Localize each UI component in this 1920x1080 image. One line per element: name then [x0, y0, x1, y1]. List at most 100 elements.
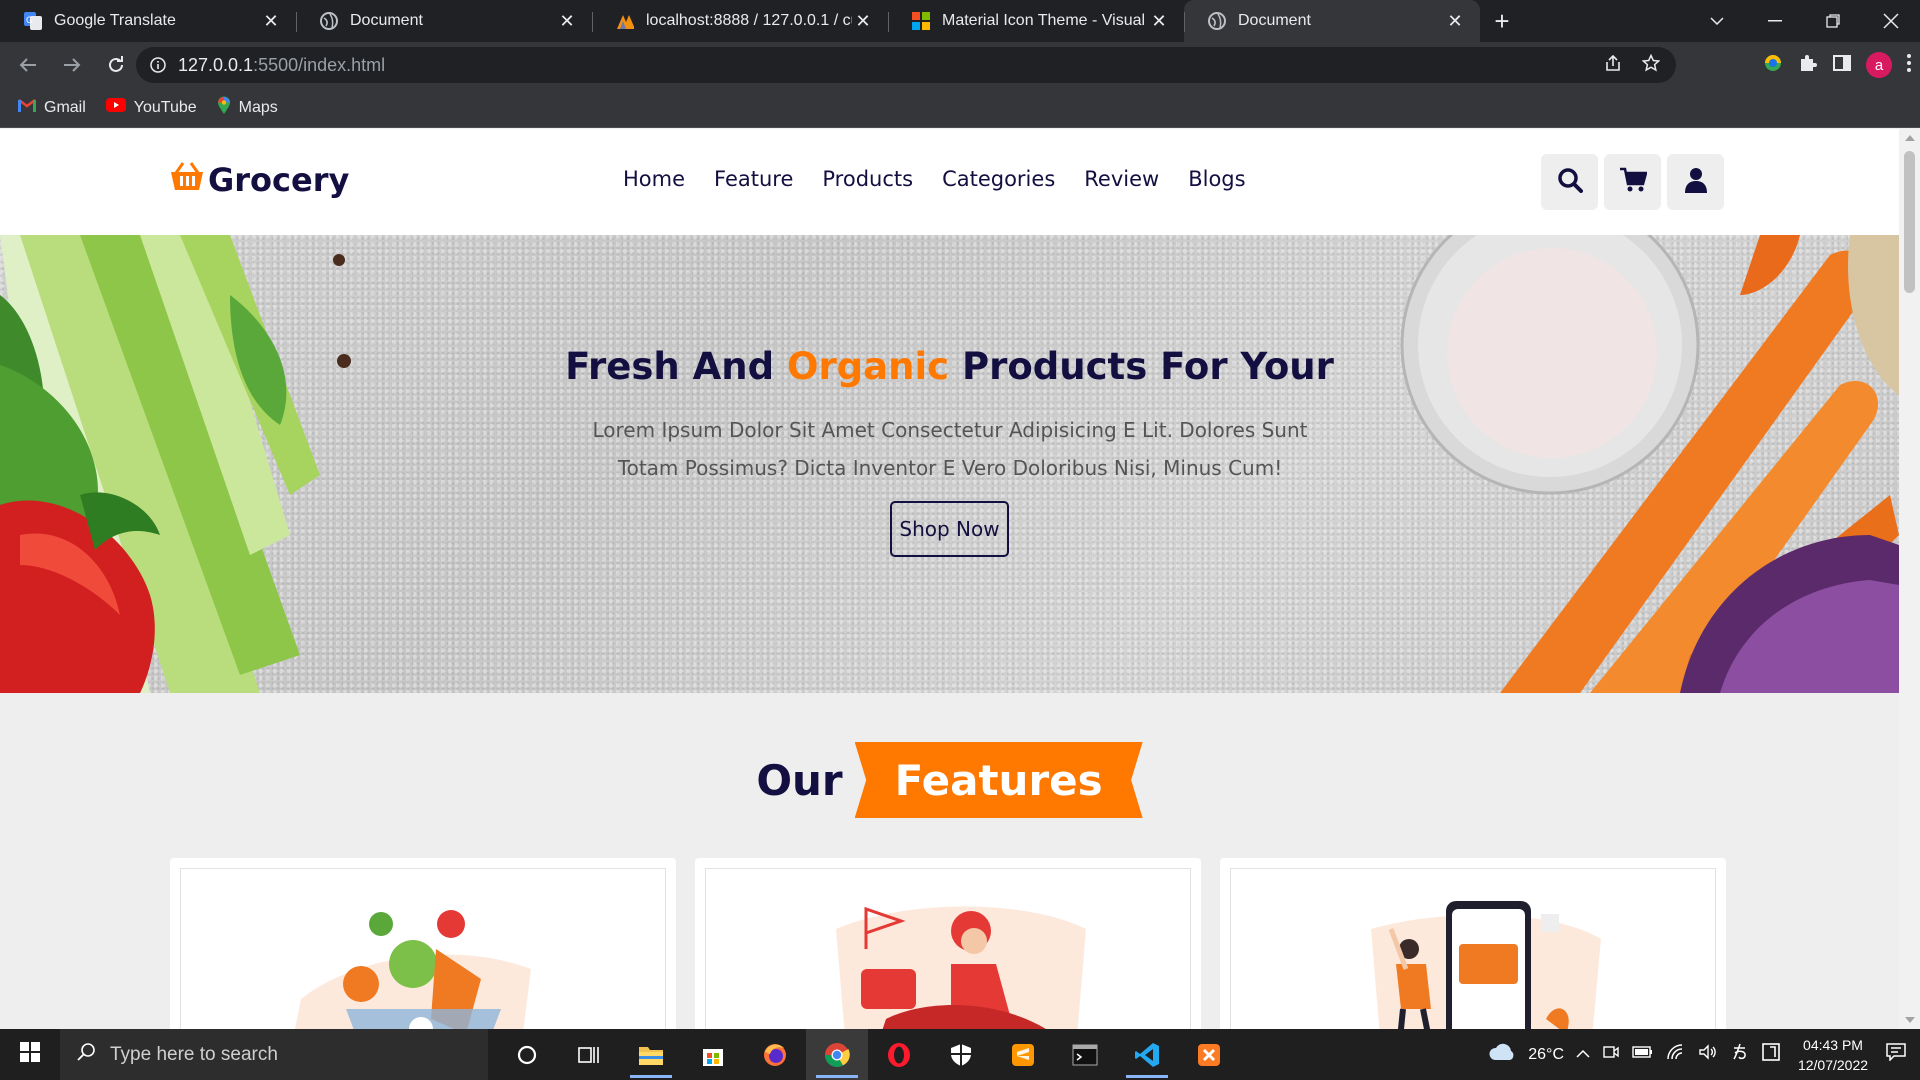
system-tray: 26°C 04:43 PM 12/07/2022	[1488, 1029, 1920, 1080]
features-heading: Our Features	[0, 742, 1899, 818]
reload-icon[interactable]	[96, 45, 136, 85]
tab-document-1[interactable]: Document ✕	[296, 0, 592, 42]
tab-title: localhost:8888 / 127.0.0.1 / custo	[646, 12, 852, 29]
share-icon[interactable]	[1604, 54, 1622, 77]
feature-card	[695, 858, 1201, 1029]
nav-categories[interactable]: Categories	[942, 167, 1055, 191]
close-tab-icon[interactable]: ✕	[852, 10, 874, 32]
hero-description: Lorem Ipsum Dolor Sit Amet Consectetur A…	[592, 418, 1308, 480]
xampp-icon[interactable]	[1178, 1029, 1240, 1080]
phpmyadmin-icon	[616, 12, 634, 30]
start-button[interactable]	[0, 1029, 60, 1080]
profile-avatar[interactable]: a	[1866, 52, 1892, 78]
address-bar[interactable]: 127.0.0.1:5500/index.html	[136, 47, 1676, 83]
scroll-up-arrow-icon[interactable]	[1905, 135, 1915, 141]
meet-now-icon[interactable]	[1602, 1043, 1620, 1066]
taskbar-search-box[interactable]: Type here to search	[60, 1029, 488, 1080]
sublime-text-icon[interactable]	[992, 1029, 1054, 1080]
bookmark-label: Maps	[238, 98, 278, 116]
features-cards	[170, 858, 1726, 1029]
terminal-icon[interactable]	[1054, 1029, 1116, 1080]
microsoft-store-icon[interactable]	[682, 1029, 744, 1080]
feature-card	[170, 858, 676, 1029]
wifi-icon[interactable]	[1666, 1044, 1686, 1065]
battery-icon[interactable]	[1632, 1045, 1654, 1064]
shop-now-button[interactable]: Shop Now	[890, 501, 1009, 557]
page-scrollbar[interactable]	[1899, 129, 1920, 1029]
user-button[interactable]	[1667, 154, 1724, 210]
new-tab-button[interactable]: +	[1480, 0, 1524, 42]
file-explorer-icon[interactable]	[620, 1029, 682, 1080]
features-heading-tag: Features	[854, 742, 1143, 818]
bookmark-star-icon[interactable]	[1641, 53, 1661, 77]
cortana-icon[interactable]	[496, 1029, 558, 1080]
extensions-puzzle-icon[interactable]	[1798, 53, 1818, 77]
nav-products[interactable]: Products	[822, 167, 913, 191]
chevron-up-icon[interactable]	[1576, 1046, 1590, 1064]
minimize-button[interactable]	[1746, 0, 1804, 42]
side-panel-icon[interactable]	[1832, 53, 1852, 77]
close-tab-icon[interactable]: ✕	[556, 10, 578, 32]
windows-security-icon[interactable]	[930, 1029, 992, 1080]
vscode-icon[interactable]	[1116, 1029, 1178, 1080]
notification-center-toggle-icon[interactable]	[1762, 1043, 1780, 1066]
task-view-icon[interactable]	[558, 1029, 620, 1080]
nav-feature[interactable]: Feature	[714, 167, 793, 191]
tab-document-active[interactable]: Document ✕	[1184, 0, 1480, 42]
tab-title: Document	[1238, 12, 1311, 29]
tab-title: Material Icon Theme - Visual Stuc	[942, 12, 1148, 29]
taskbar-clock[interactable]: 04:43 PM 12/07/2022	[1792, 1035, 1874, 1075]
browser-tab-strip: G Google Translate ✕ Document ✕ localhos…	[0, 0, 1920, 42]
tab-title: Document	[350, 12, 423, 29]
tab-search-chevron-icon[interactable]	[1688, 0, 1746, 42]
window-controls	[1688, 0, 1920, 42]
close-window-button[interactable]	[1862, 0, 1920, 42]
forward-arrow-icon[interactable]	[52, 45, 92, 85]
site-logo[interactable]: Grocery	[170, 161, 349, 199]
tab-google-translate[interactable]: G Google Translate ✕	[0, 0, 296, 42]
cart-button[interactable]	[1604, 154, 1661, 210]
bookmark-gmail[interactable]: Gmail	[18, 98, 86, 117]
nav-review[interactable]: Review	[1084, 167, 1159, 191]
chrome-icon[interactable]	[806, 1029, 868, 1080]
nav-home[interactable]: Home	[623, 167, 685, 191]
windows-logo-icon	[20, 1042, 40, 1067]
user-icon	[1684, 167, 1707, 197]
tab-phpmyadmin[interactable]: localhost:8888 / 127.0.0.1 / custo ✕	[592, 0, 888, 42]
scroll-down-arrow-icon[interactable]	[1905, 1017, 1915, 1023]
extension-icon[interactable]	[1762, 52, 1784, 78]
basket-icon	[170, 161, 204, 199]
clock-date: 12/07/2022	[1797, 1056, 1869, 1073]
bookmark-youtube[interactable]: YouTube	[105, 98, 197, 117]
google-translate-icon: G	[24, 12, 42, 30]
scrollbar-thumb[interactable]	[1904, 151, 1915, 293]
restore-button[interactable]	[1804, 0, 1862, 42]
site-header: Grocery Home Feature Products Categories…	[0, 129, 1899, 235]
back-arrow-icon[interactable]	[8, 45, 48, 85]
action-center-icon[interactable]	[1886, 1043, 1906, 1066]
nav-blogs[interactable]: Blogs	[1188, 167, 1245, 191]
weather-cloud-icon[interactable]	[1488, 1043, 1516, 1066]
omnibox-actions	[1604, 47, 1661, 83]
bookmark-label: Gmail	[44, 98, 86, 116]
web-page: Grocery Home Feature Products Categories…	[0, 129, 1899, 1029]
firefox-icon[interactable]	[744, 1029, 806, 1080]
hero-title: Fresh And Organic Products For Your	[0, 345, 1899, 388]
opera-icon[interactable]	[868, 1029, 930, 1080]
close-tab-icon[interactable]: ✕	[260, 10, 282, 32]
tab-material-icon-theme[interactable]: Material Icon Theme - Visual Stuc ✕	[888, 0, 1184, 42]
weather-temperature[interactable]: 26°C	[1528, 1046, 1564, 1064]
info-icon[interactable]	[150, 57, 166, 73]
close-tab-icon[interactable]: ✕	[1148, 10, 1170, 32]
windows-taskbar: Type here to search 26°C 04:43 PM 12/07/…	[0, 1029, 1920, 1080]
maps-pin-icon	[217, 96, 231, 119]
hero-banner: Fresh And Organic Products For Your Lore…	[0, 235, 1899, 693]
hero-title-part: Fresh And	[565, 345, 787, 388]
volume-icon[interactable]	[1698, 1044, 1718, 1065]
menu-kebab-icon[interactable]	[1906, 53, 1912, 77]
bookmark-maps[interactable]: Maps	[217, 96, 278, 119]
ime-japanese-icon[interactable]	[1730, 1042, 1750, 1067]
close-tab-icon[interactable]: ✕	[1444, 10, 1466, 32]
search-button[interactable]	[1541, 154, 1598, 210]
toolbar-right: a	[1762, 45, 1912, 85]
